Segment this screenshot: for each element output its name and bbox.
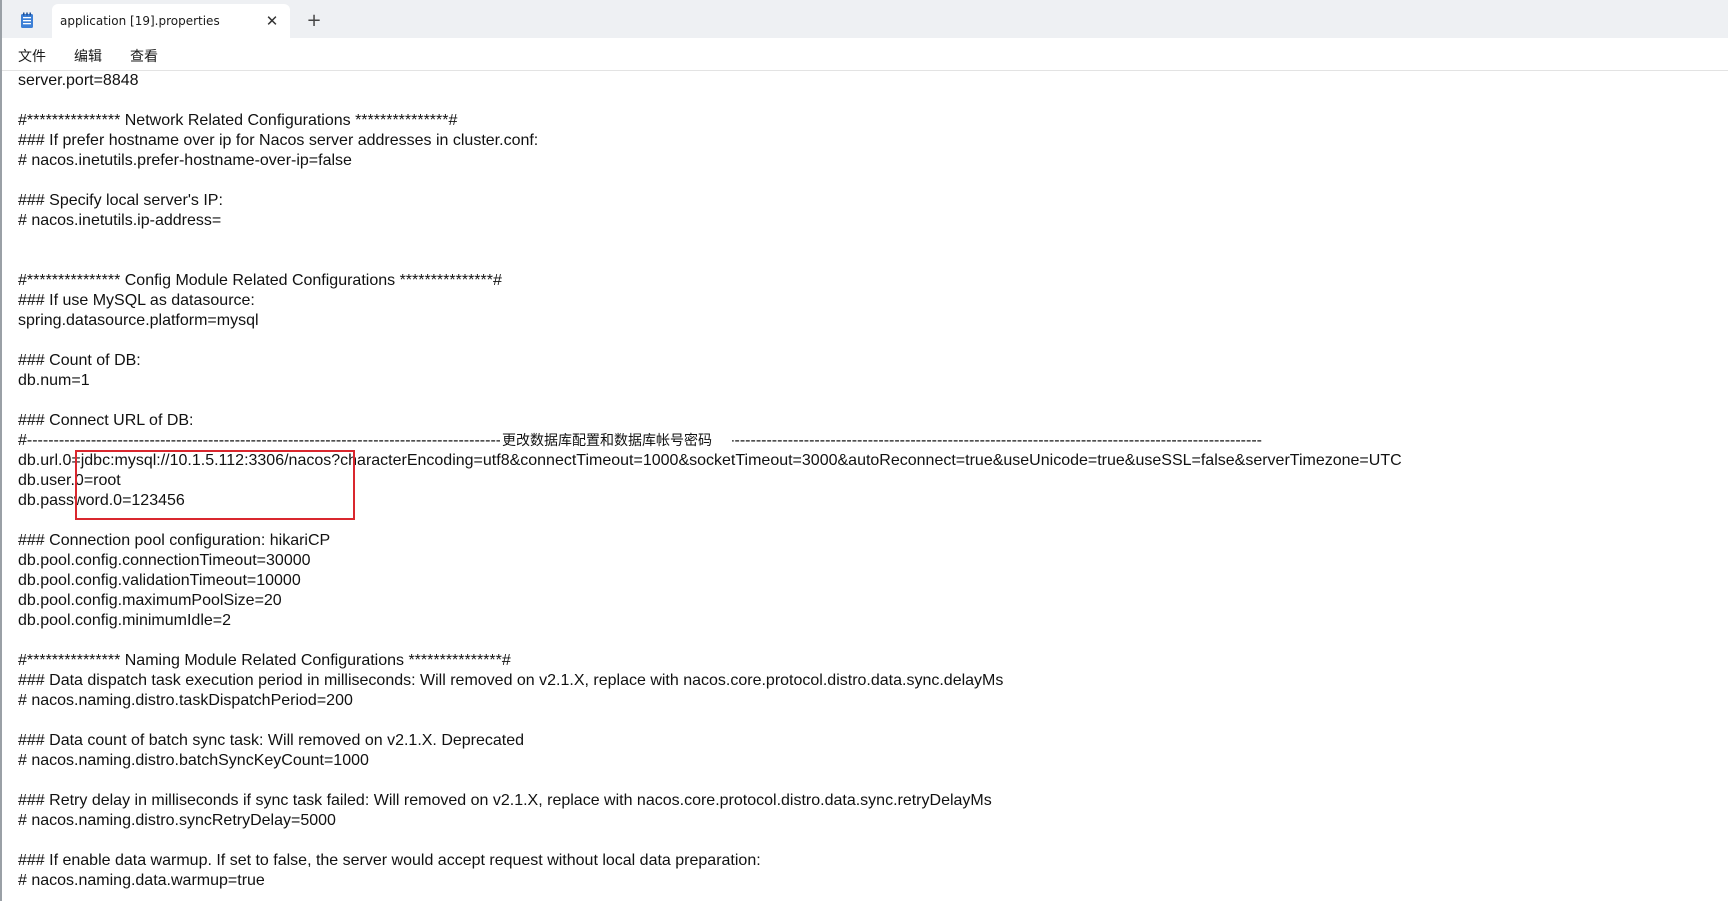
editor-line: ### Specify local server's IP:	[18, 192, 223, 209]
tab-bar: application [19].properties ✕ +	[2, 0, 1728, 38]
editor-line: #*************** Config Module Related C…	[18, 272, 502, 289]
editor-line: db.num=1	[18, 372, 90, 389]
menu-bar: 文件 编辑 查看	[2, 38, 1728, 71]
notepad-window: application [19].properties ✕ + 文件 编辑 查看…	[0, 0, 1728, 901]
editor-line: ### Connect URL of DB:	[18, 412, 194, 429]
editor-line: # nacos.naming.distro.batchSyncKeyCount=…	[18, 752, 369, 769]
menu-edit[interactable]: 编辑	[70, 45, 106, 67]
separator-right-dashes: ----------------------------------------…	[732, 432, 1262, 449]
editor-line: ### Data dispatch task execution period …	[18, 672, 1004, 689]
menu-view[interactable]: 查看	[126, 45, 162, 67]
editor-line: ### Count of DB:	[18, 352, 141, 369]
notepad-icon	[20, 12, 34, 29]
editor-line: ### Retry delay in milliseconds if sync …	[18, 792, 992, 809]
editor-line: spring.datasource.platform=mysql	[18, 312, 259, 329]
editor-line: # nacos.naming.distro.taskDispatchPeriod…	[18, 692, 353, 709]
editor-line: # nacos.inetutils.ip-address=	[18, 212, 222, 229]
separator-comment-line: #---------------------------------------…	[18, 431, 1262, 451]
editor-line: db.pool.config.maximumPoolSize=20	[18, 592, 282, 609]
editor-line: server.port=8848	[18, 72, 139, 89]
tab-active-file[interactable]: application [19].properties ✕	[52, 4, 290, 38]
editor-line: ### Connection pool configuration: hikar…	[18, 532, 331, 549]
editor-line: db.pool.config.minimumIdle=2	[18, 612, 232, 629]
editor-line: # nacos.naming.distro.syncRetryDelay=500…	[18, 812, 336, 829]
editor-line: db.pool.config.validationTimeout=10000	[18, 572, 301, 589]
separator-left-dashes: #---------------------------------------…	[18, 432, 500, 449]
red-highlight-box	[75, 450, 355, 520]
editor-line: db.pool.config.connectionTimeout=30000	[18, 552, 311, 569]
separator-annotation: 更改数据库配置和数据库帐号密码	[502, 433, 712, 449]
editor-line: ### If prefer hostname over ip for Nacos…	[18, 132, 539, 149]
editor-line: #*************** Naming Module Related C…	[18, 652, 511, 669]
tab-title: application [19].properties	[60, 14, 220, 28]
editor-line: #*************** Network Related Configu…	[18, 112, 458, 129]
close-icon[interactable]: ✕	[262, 11, 282, 31]
editor-line: ### If enable data warmup. If set to fal…	[18, 852, 761, 869]
new-tab-button[interactable]: +	[302, 10, 326, 34]
editor-line: ### If use MySQL as datasource:	[18, 292, 255, 309]
editor-line: # nacos.inetutils.prefer-hostname-over-i…	[18, 152, 352, 169]
menu-file[interactable]: 文件	[14, 45, 50, 67]
editor-line: # nacos.naming.data.warmup=true	[18, 872, 265, 889]
editor-line: ### Data count of batch sync task: Will …	[18, 732, 525, 749]
